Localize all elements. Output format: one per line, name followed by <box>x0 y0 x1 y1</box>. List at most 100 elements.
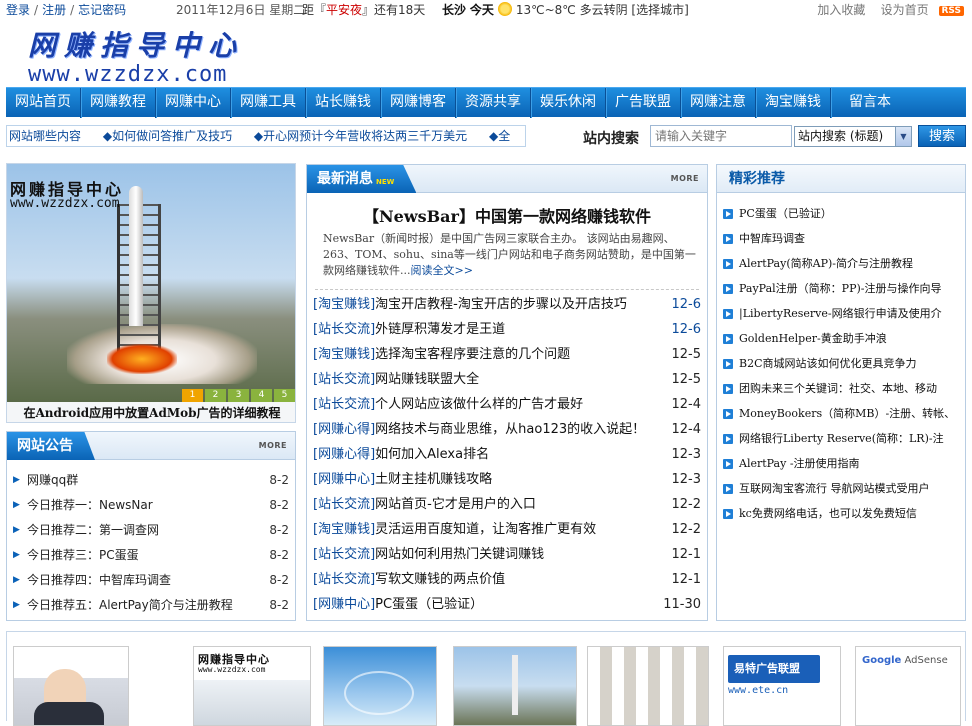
read-more-link[interactable]: 阅读全文>> <box>411 264 473 277</box>
notice-item[interactable]: ▶ 今日推荐一：NewsNar 8-2 <box>13 493 289 518</box>
notice-item[interactable]: ▶ 今日推荐四：中智库玛调查 8-2 <box>13 568 289 593</box>
news-item[interactable]: [网赚心得]如何加入Alexa排名 12-3 <box>313 442 701 467</box>
news-item-category[interactable]: [站长交流] <box>313 572 375 587</box>
thumbnail-link[interactable]: 易特广告联盟 www.ete.cn <box>723 646 841 726</box>
search-scope-select[interactable]: 站内搜索 (标题) ▼ <box>794 126 912 147</box>
thumbnail-link[interactable]: Google AdSense <box>855 646 961 726</box>
news-item[interactable]: [淘宝赚钱]选择淘宝客程序要注意的几个问题 12-5 <box>313 342 701 367</box>
news-item-title[interactable]: 网络技术与商业思维，从hao123的收入说起！ <box>375 422 645 437</box>
news-item-category[interactable]: [淘宝赚钱] <box>313 522 375 537</box>
notice-item[interactable]: ▶ 今日推荐二：第一调查网 8-2 <box>13 518 289 543</box>
news-item-title[interactable]: 灵活运用百度知道，让淘客推广更有效 <box>375 522 596 537</box>
slide-page-4[interactable]: 4 <box>251 389 272 402</box>
set-homepage-link[interactable]: 设为首页 <box>881 3 929 17</box>
news-item[interactable]: [站长交流]外链厚积薄发才是王道 12-6 <box>313 317 701 342</box>
nav-item-blog[interactable]: 网赚博客 <box>381 88 456 118</box>
recommend-item[interactable]: 中智库玛调查 <box>723 226 961 251</box>
notice-item[interactable]: ▶ 网赚qq群 8-2 <box>13 468 289 493</box>
slide-caption[interactable]: 在Android应用中放置AdMob广告的详细教程 <box>7 403 295 422</box>
login-link[interactable]: 登录 <box>6 3 30 17</box>
news-item-category[interactable]: [网赚中心] <box>313 597 375 612</box>
news-item[interactable]: [站长交流]网站首页-它才是用户的入口 12-2 <box>313 492 701 517</box>
rss-icon[interactable]: RSS <box>938 6 964 16</box>
news-item-category[interactable]: [站长交流] <box>313 497 375 512</box>
news-item-category[interactable]: [网赚心得] <box>313 422 375 437</box>
nav-item-ad-union[interactable]: 广告联盟 <box>606 88 681 118</box>
recommend-item[interactable]: B2C商城网站该如何优化更具竞争力 <box>723 351 961 376</box>
news-item-category[interactable]: [网赚中心] <box>313 472 375 487</box>
slide-page-3[interactable]: 3 <box>228 389 249 402</box>
news-item-title[interactable]: 选择淘宝客程序要注意的几个问题 <box>375 347 570 362</box>
news-item-title[interactable]: 网站赚钱联盟大全 <box>375 372 479 387</box>
featured-slideshow[interactable]: 网赚指导中心 www.wzzdzx.com 1 2 3 4 5 在Android… <box>6 163 296 423</box>
news-item-category[interactable]: [淘宝赚钱] <box>313 347 375 362</box>
recommend-item[interactable]: AlertPay -注册使用指南 <box>723 451 961 476</box>
thumbnail-link[interactable] <box>587 646 709 726</box>
nav-item-notes[interactable]: 网赚注意 <box>681 88 756 118</box>
thumbnail-link[interactable] <box>13 646 129 726</box>
thumbnail-link[interactable] <box>323 646 437 726</box>
news-item[interactable]: [网赚心得]网络技术与商业思维，从hao123的收入说起！ 12-4 <box>313 417 701 442</box>
news-item-title[interactable]: 土财主挂机赚钱攻略 <box>375 472 492 487</box>
news-item-category[interactable]: [站长交流] <box>313 547 375 562</box>
news-more-link[interactable]: MORE <box>671 174 699 183</box>
recommend-item[interactable]: AlertPay(简称AP)-简介与注册教程 <box>723 251 961 276</box>
ticker-item[interactable]: ◆如何做问答推广及技巧 <box>103 129 232 143</box>
news-item[interactable]: [站长交流]网站如何利用热门关键词赚钱 12-1 <box>313 542 701 567</box>
nav-item-tools[interactable]: 网赚工具 <box>231 88 306 118</box>
nav-item-home[interactable]: 网站首页 <box>6 88 81 118</box>
news-item[interactable]: [站长交流]写软文赚钱的两点价值 12-1 <box>313 567 701 592</box>
recommend-item[interactable]: 网络银行Liberty Reserve(简称：LR)-注 <box>723 426 961 451</box>
thumbnail-link[interactable]: 网赚指导中心 www.wzzdzx.com <box>193 646 311 726</box>
news-item-title[interactable]: 个人网站应该做什么样的广告才最好 <box>375 397 583 412</box>
nav-item-webmaster[interactable]: 站长赚钱 <box>306 88 381 118</box>
news-item[interactable]: [淘宝赚钱]淘宝开店教程-淘宝开店的步骤以及开店技巧 12-6 <box>313 292 701 317</box>
news-item[interactable]: [站长交流]个人网站应该做什么样的广告才最好 12-4 <box>313 392 701 417</box>
ticker-item[interactable]: ◆全 <box>489 129 510 143</box>
news-item-title[interactable]: PC蛋蛋（已验证） <box>375 597 483 612</box>
slide-page-1[interactable]: 1 <box>182 389 203 402</box>
news-item[interactable]: [淘宝赚钱]灵活运用百度知道，让淘客推广更有效 12-2 <box>313 517 701 542</box>
forgot-password-link[interactable]: 忘记密码 <box>78 3 126 17</box>
choose-city-link[interactable]: [选择城市] <box>631 3 688 17</box>
nav-item-taobao[interactable]: 淘宝赚钱 <box>756 88 831 118</box>
news-item-title[interactable]: 网站首页-它才是用户的入口 <box>375 497 536 512</box>
news-item-title[interactable]: 写软文赚钱的两点价值 <box>375 572 505 587</box>
recommend-item[interactable]: |LibertyReserve-网络银行申请及使用介 <box>723 301 961 326</box>
nav-item-center[interactable]: 网赚中心 <box>156 88 231 118</box>
news-item-title[interactable]: 外链厚积薄发才是王道 <box>375 322 505 337</box>
ticker-item[interactable]: 网站哪些内容 <box>9 129 81 143</box>
nav-item-tutorials[interactable]: 网赚教程 <box>81 88 156 118</box>
search-button[interactable]: 搜索 <box>918 125 966 147</box>
news-item-title[interactable]: 如何加入Alexa排名 <box>375 447 489 462</box>
news-item-category[interactable]: [站长交流] <box>313 322 375 337</box>
news-headline[interactable]: 【NewsBar】中国第一款网络赚钱软件 <box>307 203 707 227</box>
recommend-item[interactable]: PC蛋蛋（已验证） <box>723 201 961 226</box>
slide-image[interactable]: 网赚指导中心 www.wzzdzx.com 1 2 3 4 5 <box>7 164 295 402</box>
recommend-item[interactable]: 团购未来三个关键词：社交、本地、移动 <box>723 376 961 401</box>
recommend-item[interactable]: PayPal注册（简称：PP)-注册与操作向导 <box>723 276 961 301</box>
recommend-item[interactable]: kc免费网络电话，也可以发免费短信 <box>723 501 961 526</box>
news-item-category[interactable]: [淘宝赚钱] <box>313 297 375 312</box>
news-item-category[interactable]: [网赚心得] <box>313 447 375 462</box>
news-item-title[interactable]: 淘宝开店教程-淘宝开店的步骤以及开店技巧 <box>375 297 627 312</box>
add-favorite-link[interactable]: 加入收藏 <box>817 3 865 17</box>
recommend-item[interactable]: MoneyBookers（简称MB）-注册、转帐、 <box>723 401 961 426</box>
notice-item[interactable]: ▶ 今日推荐五：AlertPay简介与注册教程 8-2 <box>13 593 289 618</box>
nav-item-resources[interactable]: 资源共享 <box>456 88 531 118</box>
register-link[interactable]: 注册 <box>42 3 66 17</box>
news-item[interactable]: [站长交流]网站赚钱联盟大全 12-5 <box>313 367 701 392</box>
nav-item-guestbook[interactable]: 留言本 <box>831 88 900 118</box>
search-input[interactable] <box>650 125 792 147</box>
slide-page-2[interactable]: 2 <box>205 389 226 402</box>
news-item-category[interactable]: [站长交流] <box>313 372 375 387</box>
recommend-item[interactable]: 互联网淘宝客流行 导航网站模式受用户 <box>723 476 961 501</box>
ticker-item[interactable]: ◆开心网预计今年营收将达两三千万美元 <box>254 129 467 143</box>
site-logo[interactable]: 网赚指导中心 www.wzzdzx.com <box>28 24 268 87</box>
news-item-category[interactable]: [站长交流] <box>313 397 375 412</box>
news-item-title[interactable]: 网站如何利用热门关键词赚钱 <box>375 547 544 562</box>
slide-page-5[interactable]: 5 <box>274 389 295 402</box>
notice-more-link[interactable]: MORE <box>259 441 287 450</box>
news-item[interactable]: [网赚中心]PC蛋蛋（已验证） 11-30 <box>313 592 701 617</box>
recommend-item[interactable]: GoldenHelper-黄金助手冲浪 <box>723 326 961 351</box>
